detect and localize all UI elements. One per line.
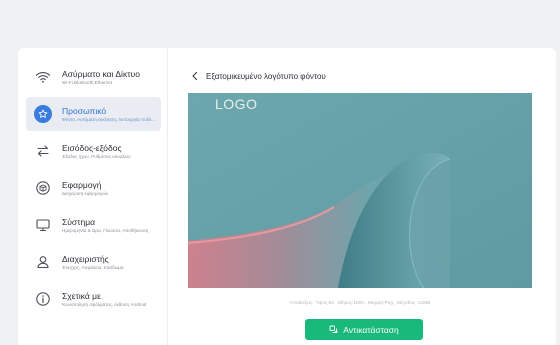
sidebar-item-apps[interactable]: Εφαρμογή Διαχείριση εφαρμογών [26,171,161,205]
sidebar-item-label: Ασύρματο και Δίκτυο [62,69,140,79]
back-chevron-icon[interactable] [190,70,200,82]
replace-button[interactable]: Αντικατάσταση [305,319,423,340]
sidebar-item-network[interactable]: Ασύρματο και Δίκτυο Wi-Fi,Bluetooth,Ethe… [26,60,161,94]
sidebar-item-sublabel: Διαχείριση εφαρμογών [62,191,109,196]
sidebar-item-sublabel: Έλεγχος, Ασφάλεια, Κλείδωμα [62,265,124,270]
sidebar-item-sublabel: Wi-Fi,Bluetooth,Ethernet [62,80,113,85]
sidebar-item-system[interactable]: Σύστημα Ημερομηνία & Ώρα, Γλώσσα, Αποθήκ… [26,208,161,242]
main-panel: Εξατομικευμένο λογότυπο φόντου LOGO Υποδ… [168,48,556,345]
sidebar-item-admin[interactable]: Διαχειριστής Έλεγχος, Ασφάλεια, Κλείδωμα [26,245,161,279]
sidebar-item-sublabel: Φόντο, Αυτόματη εκκίνηση, Λειτουργία πολ… [62,117,156,122]
image-requirements-hint: Υποδείξεις: Ύψος:60 , Μήκος:1800 , Μορφή… [289,301,431,306]
sidebar-item-label: Εφαρμογή [62,180,102,190]
replace-button-label: Αντικατάσταση [343,324,399,335]
sidebar-item-label: Σύστημα [62,217,96,227]
sidebar-item-sublabel: Κοινοποίηση σφάλματος, έκδοση Android [62,302,147,307]
background-preview-image: LOGO [188,93,532,288]
logo-placeholder-text: LOGO [215,96,258,112]
page-header: Εξατομικευμένο λογότυπο φόντου [190,70,326,82]
sidebar-item-sublabel: Έξοδος ήχου, Ρυθμίσεις καναλιού [62,154,131,159]
settings-sidebar: Ασύρματο και Δίκτυο Wi-Fi,Bluetooth,Ethe… [18,48,168,345]
star-icon [34,105,52,123]
sidebar-item-personal[interactable]: Προσωπικό Φόντο, Αυτόματη εκκίνηση, Λειτ… [26,97,161,131]
swap-arrows-icon [34,142,52,160]
cube-icon [34,179,52,197]
sidebar-item-io[interactable]: Εισόδος-εξόδος Έξοδος ήχου, Ρυθμίσεις κα… [26,134,161,168]
sidebar-item-sublabel: Ημερομηνία & Ώρα, Γλώσσα, Αποθήκευση [62,228,149,233]
settings-window: Ασύρματο και Δίκτυο Wi-Fi,Bluetooth,Ethe… [18,48,556,345]
replace-icon [329,325,339,335]
wifi-icon [34,68,52,86]
user-icon [34,253,52,271]
sidebar-item-label: Εισόδος-εξόδος [62,143,122,153]
sidebar-item-label: Διαχειριστής [62,254,109,264]
info-icon [34,290,52,308]
sidebar-item-about[interactable]: Σχετικά με Κοινοποίηση σφάλματος, έκδοση… [26,282,161,316]
monitor-icon [34,216,52,234]
sidebar-item-label: Προσωπικό [62,106,107,116]
sidebar-item-label: Σχετικά με [62,291,101,301]
page-title: Εξατομικευμένο λογότυπο φόντου [206,71,326,81]
